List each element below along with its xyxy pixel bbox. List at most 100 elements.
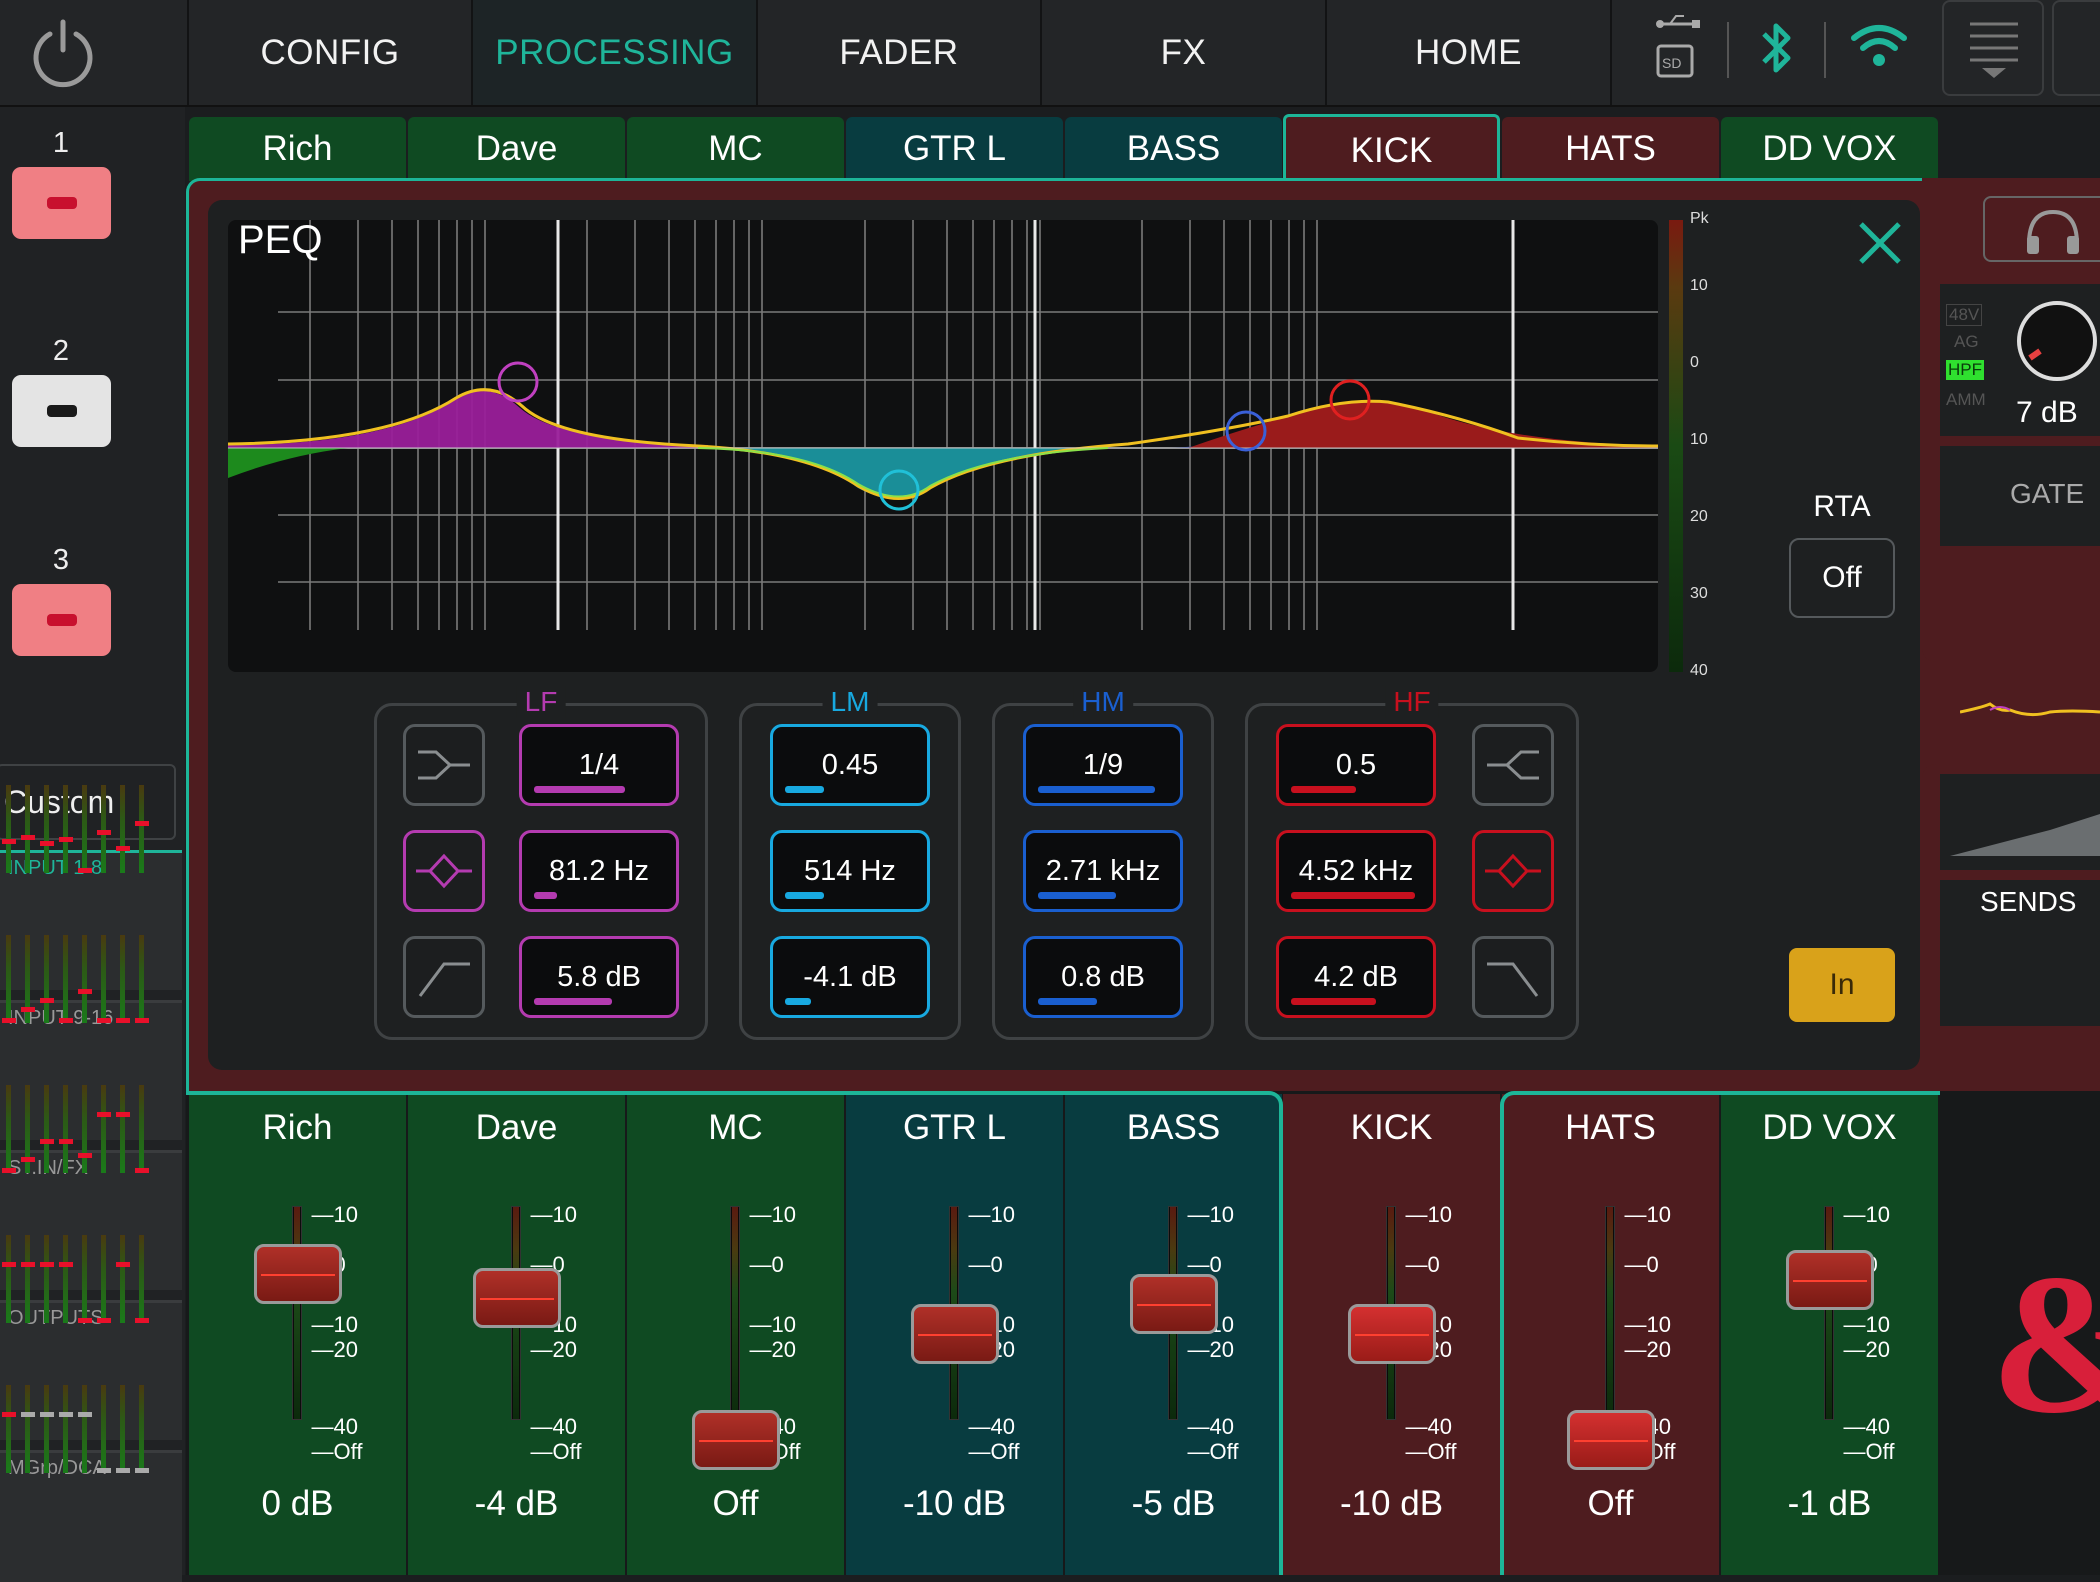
fader-cap[interactable] <box>1566 1410 1655 1470</box>
channel-tab-hats[interactable]: HATS <box>1502 117 1719 181</box>
mini-fader-cap <box>78 1152 92 1158</box>
sends-panel[interactable]: SENDS <box>1922 764 2100 1032</box>
scale-label: 20 <box>1646 1337 1671 1362</box>
hm-width-control[interactable]: 1/9 <box>1023 724 1183 806</box>
overflow-button[interactable] <box>2052 0 2100 96</box>
lowshelf-shape-button[interactable] <box>403 724 485 806</box>
mini-meter <box>25 1235 30 1323</box>
hm-gain-control[interactable]: 0.8 dB <box>1023 936 1183 1018</box>
tab-config[interactable]: CONFIG <box>187 0 471 105</box>
channel-tab-dave[interactable]: Dave <box>408 117 625 181</box>
mini-meter <box>6 1385 11 1473</box>
channel-tab-dd-vox[interactable]: DD VOX <box>1721 117 1938 181</box>
lpf-shape-button[interactable] <box>1472 936 1554 1018</box>
fader-cap[interactable] <box>472 1268 561 1328</box>
mini-fader-cap <box>116 1017 130 1023</box>
close-peq-button[interactable] <box>1855 218 1905 268</box>
peq-in-button[interactable]: In <box>1789 948 1895 1022</box>
bell-icon <box>1485 853 1541 889</box>
gate-label: GATE <box>2010 478 2085 509</box>
fader-scale-mark: —Off <box>969 1439 1020 1465</box>
left-rail: 1 2 3 Custom INPUT 1-8 INPUT 9-16 ST.IN/… <box>0 107 185 1582</box>
hpf-shape-button[interactable] <box>403 936 485 1018</box>
fader-scale-mark: —10 <box>531 1202 577 1228</box>
mini-meter <box>139 1085 144 1173</box>
mini-fader-cap <box>97 1112 111 1117</box>
mini-meter <box>120 1235 125 1323</box>
bell-shape-button[interactable] <box>1472 830 1554 912</box>
mini-fader-cap <box>59 1262 73 1267</box>
scale-tick: — <box>1624 1202 1647 1227</box>
preamp-section[interactable]: 48V AG HPF AMM 7 dB <box>1940 284 2100 436</box>
lf-width-control[interactable]: 1/4 <box>519 724 679 806</box>
mini-fader-cap <box>97 1017 111 1023</box>
channel-tab-rich[interactable]: Rich <box>189 117 406 181</box>
lm-gain-control[interactable]: -4.1 dB <box>770 936 930 1018</box>
band-title: LM <box>822 686 878 718</box>
scale-label: 10 <box>1865 1312 1890 1337</box>
lf-freq-control[interactable]: 81.2 Hz <box>519 830 679 912</box>
peq-graph[interactable]: PEQ <box>228 220 1658 672</box>
scale-label: Off <box>1427 1439 1457 1464</box>
scale-label: 10 <box>771 1202 796 1227</box>
mini-fader-cap <box>78 1317 92 1323</box>
hf-freq-control[interactable]: 4.52 kHz <box>1276 830 1436 912</box>
fader-cap[interactable] <box>253 1244 342 1304</box>
fader-track <box>291 1206 302 1420</box>
fader-value: -10 dB <box>1339 1484 1444 1523</box>
band-hm: HM 1/9 2.71 kHz 0.8 dB <box>992 686 1214 1040</box>
hf-gain-control[interactable]: 4.2 dB <box>1276 936 1436 1018</box>
channel-tab-gtr-l[interactable]: GTR L <box>846 117 1063 181</box>
fader-cap[interactable] <box>1347 1304 1436 1364</box>
lm-width-control[interactable]: 0.45 <box>770 724 930 806</box>
scale-label: 0 <box>990 1252 1003 1277</box>
fader-cap[interactable] <box>1785 1250 1874 1310</box>
fader-cap[interactable] <box>1129 1274 1218 1334</box>
highshelf-shape-button[interactable] <box>1472 724 1554 806</box>
mini-fader-cap <box>21 1157 35 1162</box>
scale-tick: — <box>1187 1202 1210 1227</box>
menu-button[interactable] <box>1942 0 2044 96</box>
fader-value: -4 dB <box>474 1484 559 1523</box>
tab-home[interactable]: HOME <box>1325 0 1610 105</box>
fader-cap[interactable] <box>910 1304 999 1364</box>
fader-channel-name: KICK <box>1350 1108 1433 1147</box>
fader-cap[interactable] <box>691 1410 780 1470</box>
channel-tab-mc[interactable]: MC <box>627 117 844 181</box>
rta-toggle-button[interactable]: Off <box>1789 538 1895 618</box>
tab-fader[interactable]: FADER <box>756 0 1040 105</box>
hpf-icon <box>418 962 470 997</box>
gate-button[interactable]: GATE <box>1940 446 2100 546</box>
tab-processing[interactable]: PROCESSING <box>471 0 756 105</box>
fader-track <box>729 1206 740 1420</box>
band-lf: LF 1/4 81.2 Hz 5.8 dB <box>374 686 708 1040</box>
fader-value: -10 dB <box>902 1484 1007 1523</box>
channel-tab-bass[interactable]: BASS <box>1065 117 1282 181</box>
scale-tick: — <box>530 1202 553 1227</box>
mini-fader-cap <box>116 846 130 852</box>
scale-label: 40 <box>1209 1414 1234 1439</box>
lf-gain-control[interactable]: 5.8 dB <box>519 936 679 1018</box>
lf-width-value: 1/4 <box>578 748 620 781</box>
hm-freq-value: 2.71 kHz <box>1045 854 1161 887</box>
lm-freq-control[interactable]: 514 Hz <box>770 830 930 912</box>
mini-fader-cap <box>21 1262 35 1267</box>
scale-label: 10 <box>1646 1312 1671 1337</box>
gain-knob[interactable] <box>2012 296 2100 386</box>
hm-freq-control[interactable]: 2.71 kHz <box>1023 830 1183 912</box>
headphone-button[interactable] <box>1983 196 2100 262</box>
mini-meter <box>6 1085 11 1173</box>
fader-scale-mark: —20 <box>1625 1337 1671 1363</box>
hf-width-control[interactable]: 0.5 <box>1276 724 1436 806</box>
power-button[interactable] <box>0 0 125 105</box>
channel-tab-kick[interactable]: KICK <box>1283 114 1500 184</box>
tag-48v: 48V <box>1946 304 1983 326</box>
mini-fader-cap <box>78 1412 92 1417</box>
compressor-graph <box>1950 814 2100 856</box>
fader-strip-dd-vox: DD VOX—10—0—10—20—40—Off-1 dB <box>1721 1094 1938 1575</box>
fader-scale-mark: —20 <box>750 1337 796 1363</box>
fader-strip-mc: MC—10—0—10—20—40—OffOff <box>627 1094 844 1575</box>
scale-tick: — <box>1187 1414 1210 1439</box>
tab-fx[interactable]: FX <box>1040 0 1325 105</box>
bell-shape-button[interactable] <box>403 830 485 912</box>
